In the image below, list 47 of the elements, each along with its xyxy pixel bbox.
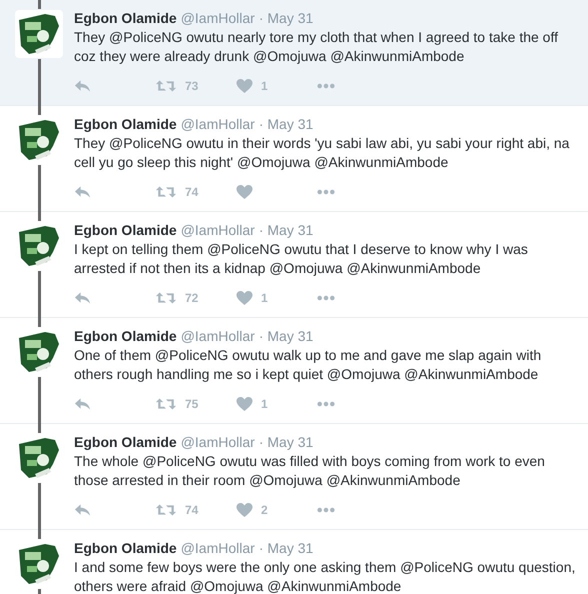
tweet-text: They @PoliceNG owutu in their words 'yu sabi law abi, yu sabi your right abi, na cell yu go sleep this night' @Omojuwa @AkinwunmiAmbode xyxy=(74,134,570,172)
retweet-count: 73 xyxy=(185,79,198,93)
more-icon[interactable] xyxy=(317,507,335,513)
reply-icon[interactable] xyxy=(74,397,91,411)
retweet-icon[interactable] xyxy=(155,503,177,517)
author-handle: @IamHollar xyxy=(180,10,255,26)
reply-icon[interactable] xyxy=(74,503,91,517)
tweet-text: One of them @PoliceNG owutu walk up to me and gave me slap again with others rough handling me so i kept quiet @Omojuwa @AkinwunmiAmbode xyxy=(74,346,542,384)
retweet-count: 75 xyxy=(185,397,198,411)
like-count: 2 xyxy=(261,503,268,517)
retweet-icon[interactable] xyxy=(155,397,177,411)
author-handle: @IamHollar xyxy=(180,222,255,238)
author-handle: @IamHollar xyxy=(180,328,255,344)
reply-icon[interactable] xyxy=(74,291,91,305)
retweet-icon[interactable] xyxy=(155,185,177,199)
more-icon[interactable] xyxy=(317,83,335,89)
heart-icon[interactable] xyxy=(236,79,253,93)
more-icon[interactable] xyxy=(317,295,335,301)
author-name[interactable]: Egbon Olamide xyxy=(74,116,177,132)
author-name[interactable]: Egbon Olamide xyxy=(74,434,177,450)
author-name[interactable]: Egbon Olamide xyxy=(74,540,177,556)
author-handle: @IamHollar xyxy=(180,434,255,450)
tweet-text: The whole @PoliceNG owutu was filled with boys coming from work to even those arrested in their room @Omojuwa @AkinwunmiAmbode xyxy=(74,452,546,490)
reply-icon[interactable] xyxy=(74,185,91,199)
heart-icon[interactable] xyxy=(236,397,253,411)
like-count: 1 xyxy=(261,397,268,411)
more-icon[interactable] xyxy=(317,189,335,195)
like-count: 1 xyxy=(261,291,268,305)
author-handle: @IamHollar xyxy=(180,540,255,556)
author-name[interactable]: Egbon Olamide xyxy=(74,222,177,238)
retweet-count: 72 xyxy=(185,291,198,305)
retweet-icon[interactable] xyxy=(155,291,177,305)
heart-icon[interactable] xyxy=(236,185,253,199)
author-name[interactable]: Egbon Olamide xyxy=(74,328,177,344)
reply-icon[interactable] xyxy=(74,79,91,93)
author-name[interactable]: Egbon Olamide xyxy=(74,10,177,26)
retweet-count: 74 xyxy=(185,185,198,199)
tweet-text: They @PoliceNG owutu nearly tore my cloth that when I agreed to take the off coz they were already drunk @Omojuwa @AkinwunmiAmbode xyxy=(74,28,559,66)
heart-icon[interactable] xyxy=(236,503,253,517)
like-count: 1 xyxy=(261,79,268,93)
tweet-text: I kept on telling them @PoliceNG owutu that I deserve to know why I was arrested if not then its a kidnap @Omojuwa @AkinwunmiAmbode xyxy=(74,240,529,278)
retweet-icon[interactable] xyxy=(155,79,177,93)
heart-icon[interactable] xyxy=(236,291,253,305)
tweet-text: I and some few boys were the only one asking them @PoliceNG owutu question, others were afraid @Omojuwa @AkinwunmiAmbode xyxy=(74,558,576,594)
retweet-count: 74 xyxy=(185,503,198,517)
more-icon[interactable] xyxy=(317,401,335,407)
author-handle: @IamHollar xyxy=(180,116,255,132)
